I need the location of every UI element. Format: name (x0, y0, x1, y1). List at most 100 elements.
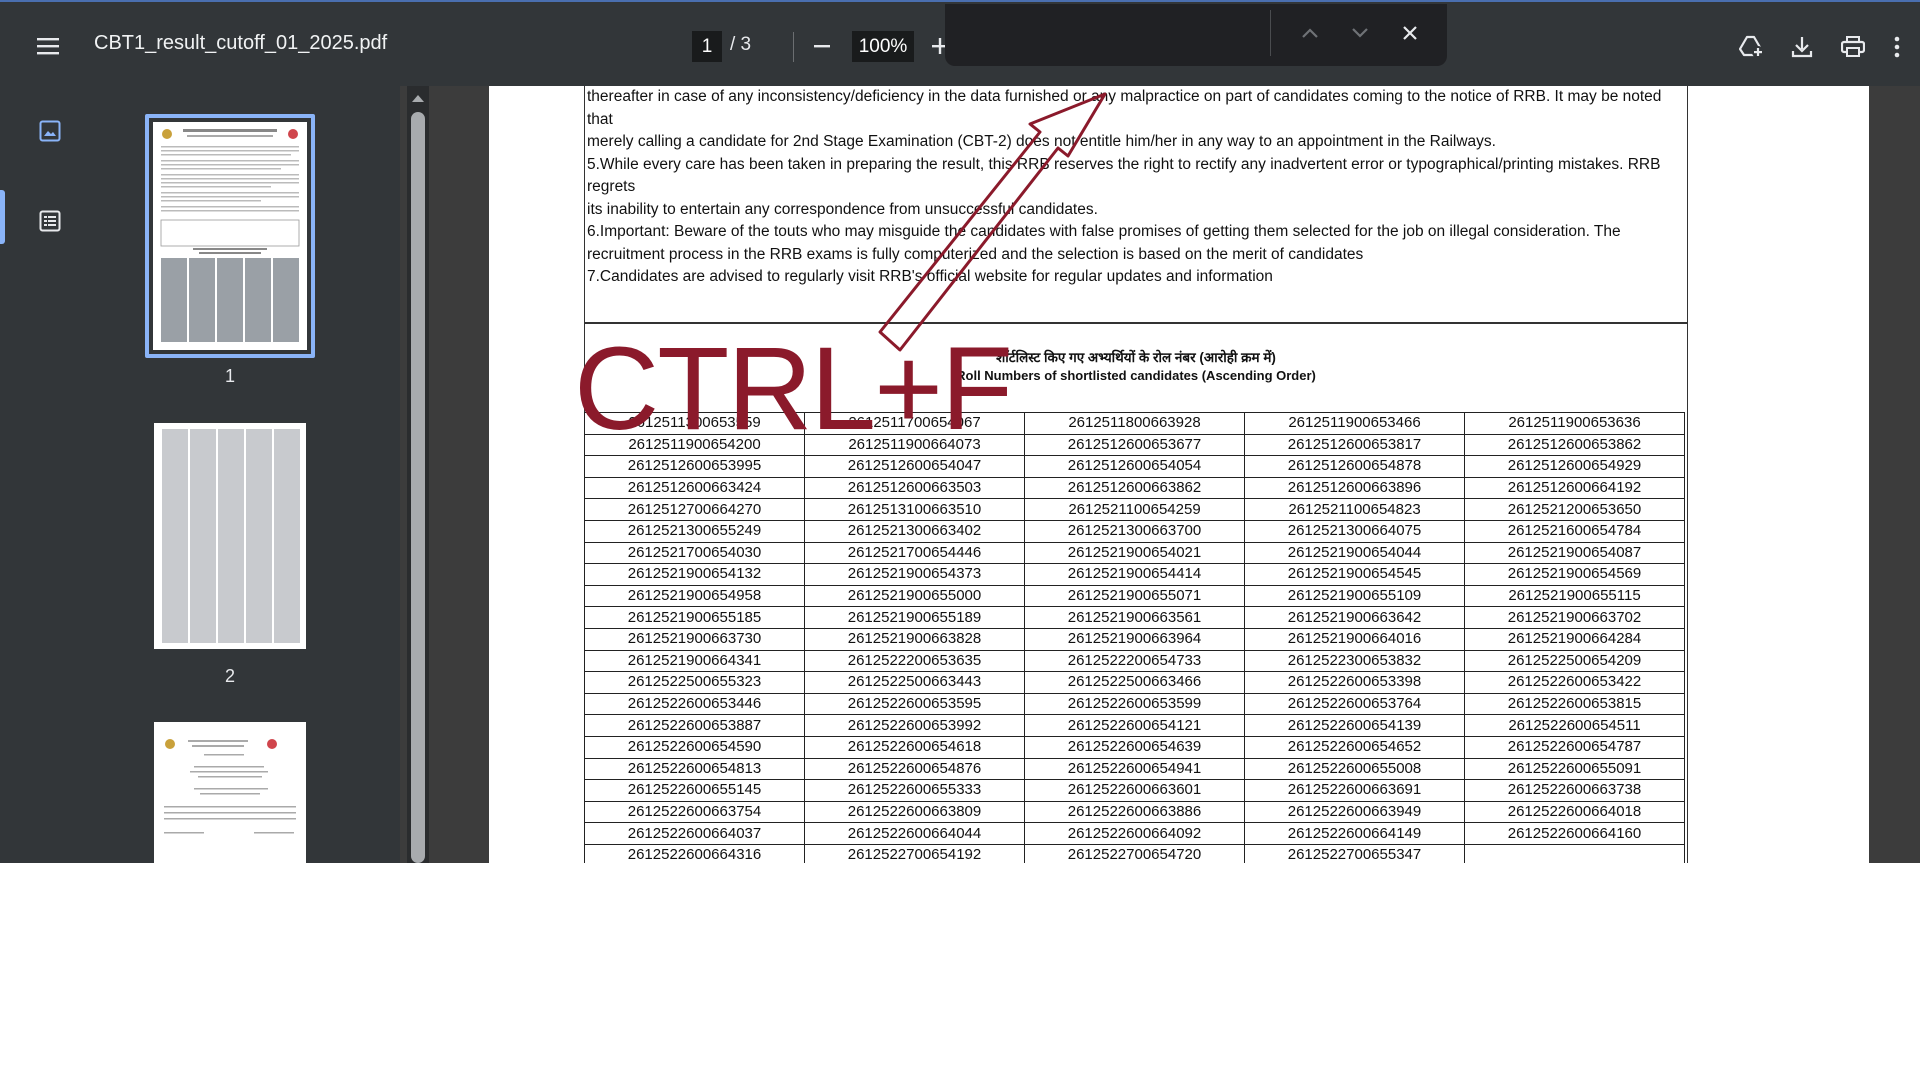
sidebar-scrollbar-thumb[interactable] (411, 112, 425, 863)
roll-number-cell: 2612512600663424 (584, 476, 805, 500)
roll-number-cell: 2612521900663964 (1024, 627, 1245, 651)
table-row: 2612522600653887 2612522600653992 26125226… (584, 714, 1685, 737)
roll-number-cell: 2612521700654446 (804, 541, 1025, 565)
roll-number-cell: 2612521900654087 (1464, 541, 1685, 565)
hamburger-menu-icon[interactable] (26, 24, 70, 68)
roll-number-cell: 2612512600653862 (1464, 433, 1685, 457)
roll-number-cell: 2612521900655071 (1024, 584, 1245, 608)
roll-number-cell: 2612522600653815 (1464, 692, 1685, 716)
roll-number-cell: 2612521900654044 (1244, 541, 1465, 565)
roll-number-cell: 2612521900655189 (804, 606, 1025, 629)
toolbar-divider (793, 32, 794, 62)
thumbnail-page-image (153, 122, 307, 350)
chevron-up-icon[interactable] (1288, 11, 1332, 55)
pdf-page: thereafter in case of any inconsistency/… (489, 86, 1869, 863)
table-row: 2612521900663730 2612521900663828 26125219… (584, 627, 1685, 651)
roll-number-cell: 2612512600653995 (584, 455, 805, 478)
download-icon[interactable] (1780, 25, 1824, 69)
roll-number-cell: 2612521900664016 (1244, 627, 1465, 651)
roll-number-cell: 2612522200654733 (1024, 649, 1245, 673)
roll-number-cell: 2612522600664044 (804, 822, 1025, 845)
roll-number-cell: 2612522700654720 (1024, 843, 1245, 863)
roll-number-cell: 2612521100654823 (1244, 498, 1465, 521)
page-thumbnail-label: 1 (224, 366, 235, 386)
roll-number-cell: 2612522600663601 (1024, 779, 1245, 802)
table-row: 2612522600664037 2612522600664044 26125226… (584, 822, 1685, 845)
table-row: 2612512700664270 2612513100663510 26125211… (584, 498, 1685, 521)
roll-number-cell: 2612521900654373 (804, 563, 1025, 586)
roll-number-cell: 2612521900663828 (804, 627, 1025, 651)
page-thumbnail-2[interactable] (154, 423, 306, 649)
roll-number-cell: 2612521900664284 (1464, 627, 1685, 651)
page-number-input[interactable]: 1 (692, 31, 722, 62)
roll-number-cell: 2612521600654784 (1464, 519, 1685, 543)
zoom-out-button[interactable] (800, 24, 844, 68)
roll-number-cell: 2612521300663700 (1024, 519, 1245, 543)
page-thumbnail-label: 2 (224, 666, 235, 686)
close-icon[interactable] (1388, 11, 1432, 55)
note-line: merely calling a candidate for 2nd Stage… (587, 133, 1496, 150)
drive-add-icon[interactable] (1730, 25, 1774, 69)
table-row: 2612522600654590 2612522600654618 26125226… (584, 735, 1685, 759)
roll-number-cell: 2612522600654787 (1464, 735, 1685, 759)
roll-number-cell: 2612522600654652 (1244, 735, 1465, 759)
chevron-down-icon[interactable] (1338, 11, 1382, 55)
roll-number-cell: 2612522600653446 (584, 692, 805, 716)
zoom-input[interactable]: 100% (852, 31, 914, 62)
roll-number-cell: 2612521900655000 (804, 584, 1025, 608)
roll-number-cell: 2612512600654054 (1024, 455, 1245, 478)
roll-number-cell: 2612522600653398 (1244, 671, 1465, 694)
roll-number-cell: 2612522600663754 (584, 800, 805, 824)
thumbnails-icon[interactable] (28, 109, 72, 153)
roll-number-cell: 2612512600663503 (804, 476, 1025, 500)
roll-number-cell: 2612522700654192 (804, 843, 1025, 863)
roll-number-cell: 2612522600654618 (804, 735, 1025, 759)
note-line: 7.Candidates are advised to regularly vi… (587, 268, 1273, 285)
roll-number-cell: 2612522600654590 (584, 735, 805, 759)
roll-number-cell: 2612522600653887 (584, 714, 805, 737)
table-row: 2612521700654030 2612521700654446 26125219… (584, 541, 1685, 565)
roll-number-cell: 2612511900653466 (1244, 412, 1465, 435)
ctrl-f-annotation: CTRL+F (574, 323, 1013, 455)
roll-number-cell: 2612521900654569 (1464, 563, 1685, 586)
find-input[interactable] (963, 18, 1267, 52)
roll-number-cell: 2612521200653650 (1464, 498, 1685, 521)
roll-number-cell: 2612521900663561 (1024, 606, 1245, 629)
outline-icon[interactable] (28, 199, 72, 243)
roll-number-cell: 2612521900664341 (584, 649, 805, 673)
roll-number-cell: 2612513100663510 (804, 498, 1025, 521)
roll-number-cell: 2612521900654545 (1244, 563, 1465, 586)
roll-number-cell: 2612521900663642 (1244, 606, 1465, 629)
table-row: 2612521900664341 2612522200653635 26125222… (584, 649, 1685, 673)
page-thumbnail-1[interactable] (145, 114, 315, 358)
table-row: 2612522600654813 2612522600654876 26125226… (584, 757, 1685, 781)
roll-number-cell: 2612522600663949 (1244, 800, 1465, 824)
roll-number-cell: 2612521100654259 (1024, 498, 1245, 521)
roll-number-cell: 2612521900663730 (584, 627, 805, 651)
blank-area (0, 863, 1920, 1080)
roll-number-cell: 2612522600664316 (584, 843, 805, 863)
table-row: 2612522600655145 2612522600655333 26125226… (584, 779, 1685, 802)
roll-number-cell: 2612512600654878 (1244, 455, 1465, 478)
minus-icon (814, 45, 830, 48)
roll-number-cell: 2612521900654021 (1024, 541, 1245, 565)
table-row: 2612521300655249 2612521300663402 26125213… (584, 519, 1685, 543)
thumbnail-sidebar: 1 2 (0, 86, 400, 863)
roll-number-cell: 2612522600663809 (804, 800, 1025, 824)
roll-number-cell: 2612521900655115 (1464, 584, 1685, 608)
page-thumbnail-3[interactable] (154, 722, 306, 863)
roll-number-cell: 2612522600653599 (1024, 692, 1245, 716)
document-notes: thereafter in case of any inconsistency/… (587, 86, 1687, 289)
roll-number-cell: 2612512600663896 (1244, 476, 1465, 500)
roll-number-cell: 2612521900655185 (584, 606, 805, 629)
roll-number-cell: 2612522600654511 (1464, 714, 1685, 737)
roll-number-cell: 2612522600663691 (1244, 779, 1465, 802)
roll-number-cell: 2612522600654139 (1244, 714, 1465, 737)
more-vertical-icon[interactable] (1882, 25, 1912, 69)
table-row: 2612522600653446 2612522600653595 26125226… (584, 692, 1685, 716)
roll-number-cell: 2612521900654132 (584, 563, 805, 586)
roll-number-cell: 2612521300655249 (584, 519, 805, 543)
roll-number-cell: 2612511900653636 (1464, 412, 1685, 435)
print-icon[interactable] (1831, 25, 1875, 69)
roll-number-cell: 2612522600664037 (584, 822, 805, 845)
